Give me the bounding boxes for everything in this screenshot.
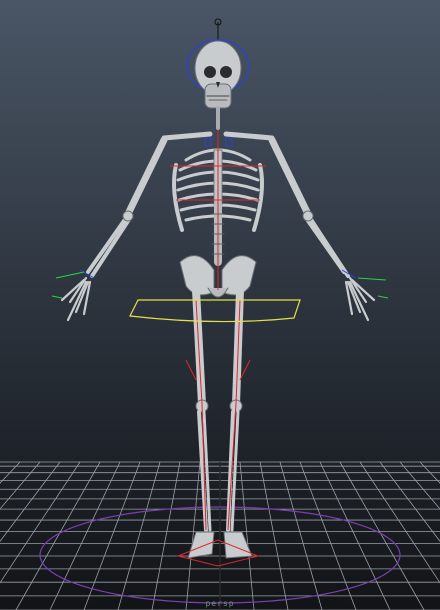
camera-label: persp bbox=[205, 599, 235, 608]
left-leg[interactable] bbox=[187, 286, 215, 559]
grid-line bbox=[319, 461, 391, 610]
grid-line bbox=[299, 461, 357, 610]
grid-line bbox=[0, 461, 41, 510]
grid-line bbox=[0, 461, 21, 484]
skull[interactable] bbox=[194, 40, 242, 109]
grid-line bbox=[399, 461, 440, 510]
grid-line bbox=[419, 461, 440, 484]
right-arm[interactable] bbox=[268, 136, 376, 322]
grid-line bbox=[279, 461, 323, 610]
hip-control[interactable] bbox=[129, 299, 301, 323]
ground-grid bbox=[0, 461, 440, 610]
grid-line bbox=[49, 461, 121, 610]
grid-line bbox=[151, 461, 181, 610]
right-leg[interactable] bbox=[223, 286, 253, 559]
left-arm[interactable] bbox=[60, 136, 168, 322]
grid-line bbox=[83, 461, 141, 610]
grid-line bbox=[259, 461, 289, 610]
grid-line bbox=[0, 461, 81, 584]
grid-line bbox=[0, 461, 61, 542]
grid-line bbox=[359, 461, 440, 584]
grid-line bbox=[117, 461, 161, 610]
scene-canvas[interactable] bbox=[0, 0, 440, 610]
grid-line bbox=[379, 461, 440, 542]
3d-viewport[interactable]: persp bbox=[0, 0, 440, 610]
